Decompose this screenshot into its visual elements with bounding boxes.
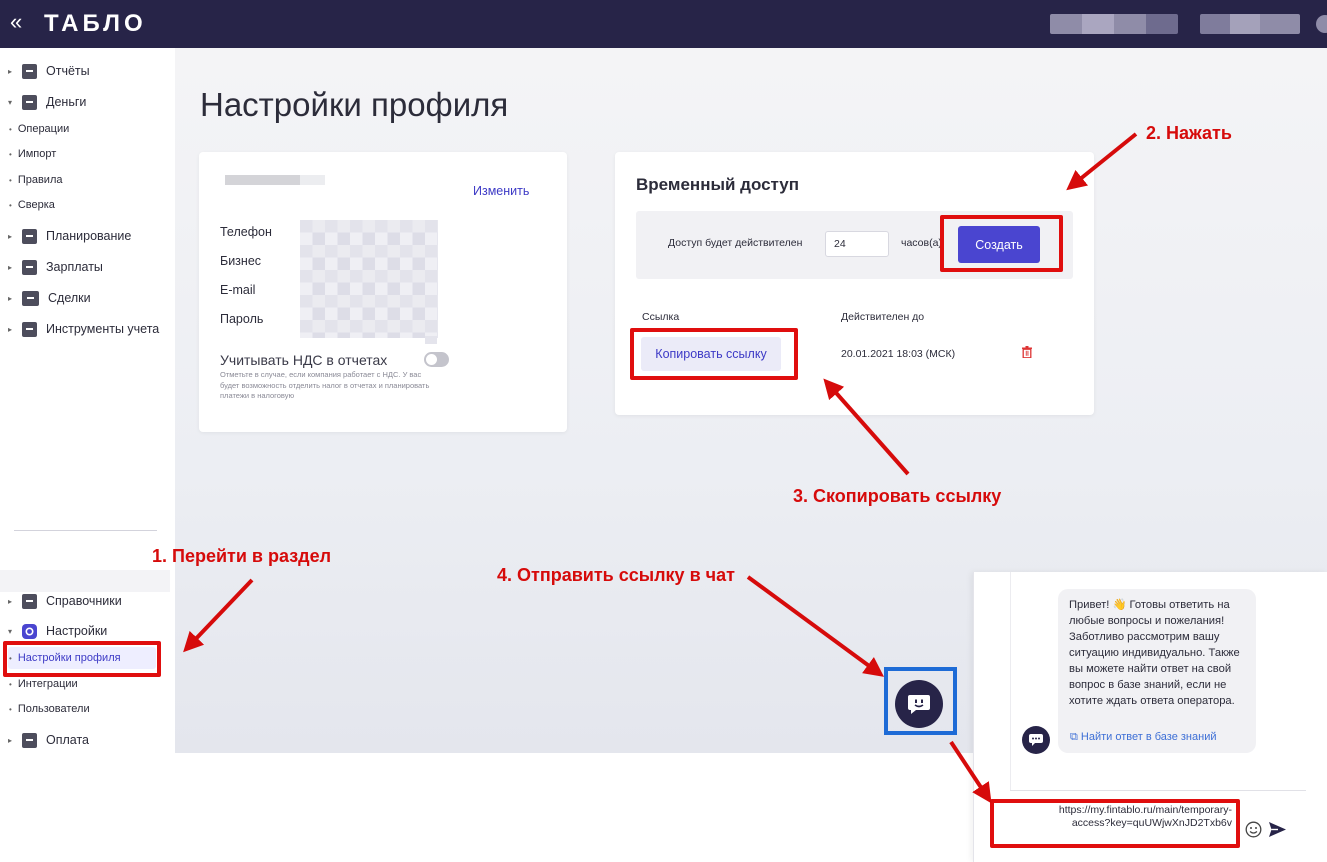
sidebar-item-label: Планирование [46,229,132,243]
sidebar-subitem-label: Сверка [17,199,55,211]
page-title: Настройки профиля [200,86,509,123]
collapse-sidebar-icon[interactable]: « [10,10,22,34]
blurred-account-info [1050,14,1178,34]
emoji-icon[interactable] [1245,821,1262,838]
tools-icon [22,321,37,337]
toggle-knob [426,354,437,365]
blurred-profile-name [225,175,325,185]
sidebar-subitem-label: Пользователи [17,703,90,715]
sidebar-subitem-integrations[interactable]: • Интеграции [0,674,175,694]
sidebar-item-label: Сделки [48,291,91,305]
annotation-step3: 3. Скопировать ссылку [793,486,1002,506]
column-header-link: Ссылка [642,311,680,323]
expand-caret-icon: ▸ [8,735,13,745]
sidebar-item-salaries[interactable]: ▸ Зарплаты [0,256,175,278]
highlight-copy-link-button [630,328,798,380]
sidebar-subitem-rules[interactable]: • Правила [0,170,175,190]
access-duration-label: Доступ будет действителен [668,237,803,249]
sidebar-item-label: Инструменты учета [46,322,160,336]
valid-until-value: 20.01.2021 18:03 (МСК) [841,348,956,360]
collapse-caret-icon: ▾ [8,626,13,636]
sidebar-item-tools[interactable]: ▸ Инструменты учета [0,318,175,340]
bot-avatar [1022,726,1050,754]
blurred-user-name [1200,14,1300,34]
sidebar-item-directories[interactable]: ▸ Справочники [0,590,175,612]
nds-toggle-label: Учитывать НДС в отчетах [220,352,388,368]
sidebar-divider [14,530,157,531]
sidebar-item-reports[interactable]: ▸ Отчёты [0,60,175,82]
sidebar-item-label: Настройки [46,624,108,638]
expand-caret-icon: ▸ [8,324,13,334]
sidebar-subitem-label: Правила [17,174,63,186]
collapse-caret-icon: ▾ [8,97,13,107]
avatar[interactable] [1316,15,1327,33]
sidebar-active-group-bg [0,570,170,592]
sidebar-subitem-reconciliation[interactable]: • Сверка [0,195,175,215]
sidebar-item-label: Справочники [46,594,122,608]
nds-toggle[interactable] [424,352,449,367]
trash-icon[interactable] [1022,346,1032,358]
top-bar: « ТАБЛО [0,0,1327,48]
sidebar-item-deals[interactable]: ▸ Сделки [0,287,175,309]
blurred-profile-values [425,336,437,344]
sidebar-subitem-label: Импорт [17,148,57,160]
book-icon [22,593,37,609]
external-link-icon: ⧉ [1070,731,1078,743]
nds-hint: Отметьте в случае, если компания работае… [220,370,430,400]
briefcase-icon [22,290,39,306]
wallet-icon [22,94,37,110]
expand-caret-icon: ▸ [8,596,13,606]
sidebar-item-label: Зарплаты [46,260,103,274]
sidebar-subitem-label: Интеграции [17,678,78,690]
sidebar-item-label: Деньги [46,95,87,109]
expand-caret-icon: ▸ [8,262,13,272]
sidebar-subitem-operations[interactable]: • Операции [0,119,175,139]
checklist-icon [22,228,37,244]
chat-divider [1010,572,1011,790]
temporary-access-title: Временный доступ [636,175,800,194]
chat-input-divider [1010,790,1306,791]
hours-input[interactable]: 24 [825,231,889,257]
highlight-profile-settings [3,641,161,677]
sidebar-item-settings[interactable]: ▾ Настройки [0,620,175,642]
knowledge-base-link-label: Найти ответ в базе знаний [1080,731,1217,743]
card-icon [22,732,37,748]
field-label-password: Пароль [220,312,264,326]
blurred-profile-values [300,220,438,338]
sidebar-item-money[interactable]: ▾ Деньги [0,91,175,113]
expand-caret-icon: ▸ [8,231,13,241]
sidebar-item-label: Оплата [46,733,89,747]
field-label-business: Бизнес [220,254,262,268]
field-label-phone: Телефон [220,225,272,239]
sidebar-subitem-label: Операции [17,123,70,135]
hours-unit-label: часов(а) [901,237,942,249]
annotation-step1: 1. Перейти в раздел [152,546,332,566]
knowledge-base-link[interactable]: ⧉ Найти ответ в базе знаний [1070,729,1216,745]
expand-caret-icon: ▸ [8,66,13,76]
annotation-step2: 2. Нажать [1146,123,1232,143]
highlight-chat-input [990,799,1240,848]
sidebar-item-label: Отчёты [46,64,90,78]
highlight-create-button [940,215,1063,272]
expand-caret-icon: ▸ [8,293,13,303]
field-label-email: E-mail [220,283,256,297]
sidebar-subitem-users[interactable]: • Пользователи [0,699,175,719]
chat-greeting-text: Привет! 👋 Готовы ответить на любые вопро… [1069,599,1240,707]
chart-icon [22,63,37,79]
highlight-chat-launcher [884,667,957,735]
gear-icon [22,623,37,639]
annotation-step4: 4. Отправить ссылку в чат [497,565,735,585]
sidebar-subitem-import[interactable]: • Импорт [0,144,175,164]
person-badge-icon [22,259,37,275]
edit-profile-link[interactable]: Изменить [473,184,529,198]
sidebar-item-planning[interactable]: ▸ Планирование [0,225,175,247]
send-icon[interactable] [1268,821,1287,838]
sidebar-item-payment[interactable]: ▸ Оплата [0,729,175,751]
chat-greeting-bubble: Привет! 👋 Готовы ответить на любые вопро… [1058,589,1256,753]
app-logo[interactable]: ТАБЛО [44,11,147,37]
column-header-valid-until: Действителен до [841,311,925,323]
